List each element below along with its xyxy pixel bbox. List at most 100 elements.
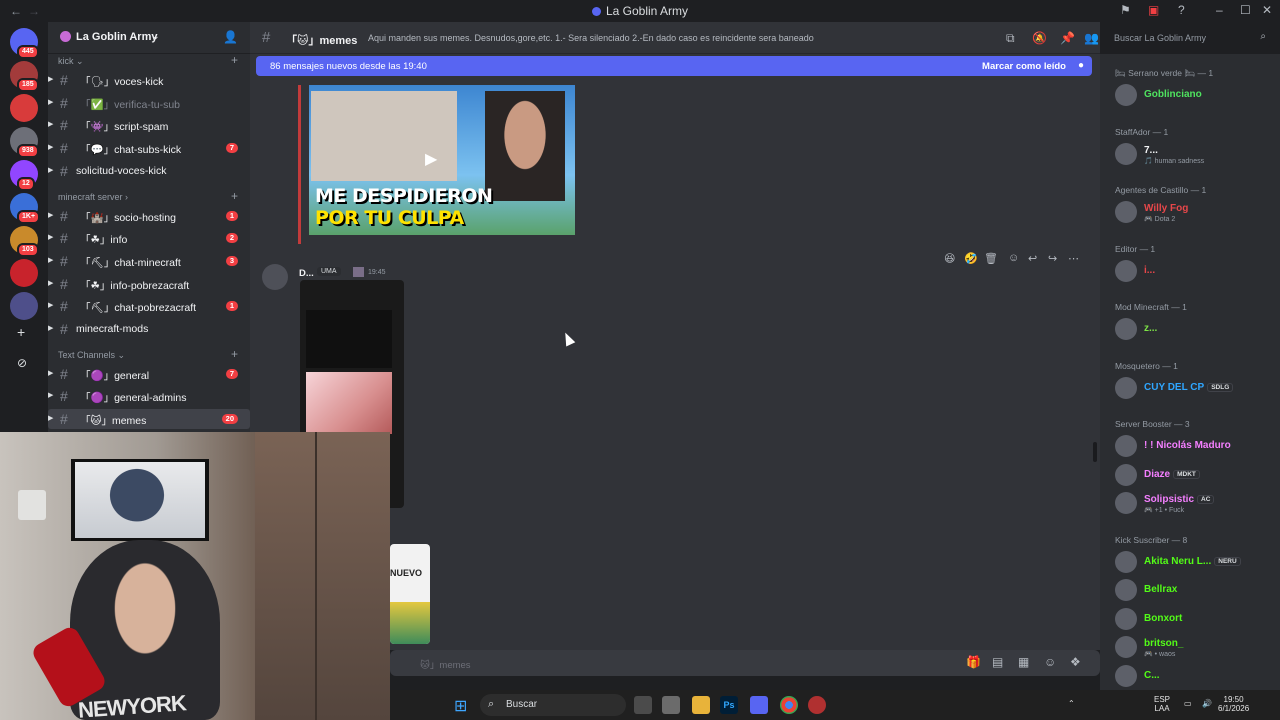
photoshop-icon[interactable]: Ps (720, 696, 738, 714)
member-item[interactable]: i... (1100, 258, 1280, 284)
search-box[interactable]: ⌕ (1110, 28, 1270, 48)
help-icon[interactable]: ? (1178, 3, 1185, 17)
category-header[interactable]: minecraft server › (58, 192, 128, 202)
play-icon[interactable]: ▶ (425, 149, 437, 169)
gif-icon[interactable]: ▤ (992, 655, 1003, 669)
add-reaction-icon[interactable]: ☺ (1008, 252, 1019, 264)
sticker-icon[interactable]: ▦ (1018, 655, 1029, 669)
channel-item[interactable]: ▶ # solicitud-voces-kick (48, 161, 250, 181)
screen-share-icon[interactable]: ▣ (1148, 3, 1159, 17)
avatar (1115, 463, 1137, 486)
member-item[interactable]: Akita Neru L... NERU (1100, 549, 1280, 575)
inbox-icon[interactable]: ⚑ (1120, 3, 1131, 17)
language-indicator[interactable]: ESP LAA (1154, 695, 1170, 713)
video-thumbnail[interactable]: ▶ ME DESPIDIERON POR TU CULPA (309, 85, 575, 235)
minimize-icon[interactable]: – (1216, 3, 1223, 17)
member-item[interactable]: C... (1100, 663, 1280, 689)
taskbar-search[interactable]: ⌕ Buscar (480, 694, 626, 716)
server-icon-server-8[interactable] (10, 259, 38, 287)
gift-icon[interactable]: 🎁 (966, 655, 981, 669)
guild-header[interactable]: La Goblin Army ⌄ 👤 (48, 22, 250, 54)
channel-item[interactable]: ▶ # 「🟣」general 7 (48, 364, 250, 384)
reaction-rofl-icon[interactable]: 🤣 (964, 252, 978, 265)
member-item[interactable]: Diaze MDKT (1100, 462, 1280, 488)
member-item[interactable]: 7... 🎵 human sadness (1100, 141, 1280, 167)
maximize-icon[interactable]: ☐ (1240, 3, 1251, 17)
image-attachment-2[interactable]: NUEVO (390, 544, 430, 644)
member-item[interactable]: ! ! Nicolás Maduro (1100, 433, 1280, 459)
member-item[interactable]: Solipsistic AC 🎮 +1 • Fuck (1100, 490, 1280, 516)
channel-item[interactable]: ▶ # 「✅」verifica-tu-sub (48, 93, 250, 113)
member-name-wrap: z... (1144, 323, 1157, 334)
channel-item[interactable]: ▶ # 「🟣」general-admins (48, 386, 250, 406)
add-member-icon[interactable]: 👤 (223, 30, 238, 44)
channel-item[interactable]: ▶ # 「⛏」chat-minecraft 3 (48, 251, 250, 271)
clock[interactable]: 19:50 6/1/2026 (1218, 695, 1249, 713)
mute-icon[interactable]: 🔕 (1032, 31, 1047, 45)
avatar[interactable] (262, 264, 288, 290)
reply-icon[interactable]: ↩ (1028, 252, 1037, 265)
member-item[interactable]: Willy Fog 🎮 Dota 2 (1100, 199, 1280, 225)
threads-icon[interactable]: ⧉ (1006, 31, 1015, 46)
channel-item[interactable]: ▶ # 「☘」info-pobrezacraft (48, 274, 250, 294)
channel-item[interactable]: ▶ # minecraft-mods (48, 319, 250, 339)
unread-indicator-icon: ▶ (48, 302, 54, 310)
message-author[interactable]: D... (299, 268, 314, 279)
create-channel-icon[interactable]: + (231, 53, 238, 67)
channel-item[interactable]: ▶ # 「🐱」memes 20 (48, 409, 250, 430)
hash-icon: # (60, 252, 68, 269)
category-header[interactable]: Text Channels ⌄ (58, 350, 125, 361)
start-icon[interactable]: ⊞ (454, 696, 467, 716)
app-icon-2[interactable] (808, 696, 826, 714)
scrollbar[interactable] (1093, 442, 1097, 462)
category-header[interactable]: kick ⌄ (58, 56, 84, 67)
server-icon-server-9[interactable] (10, 292, 38, 320)
member-item[interactable]: CUY DEL CP SDLG (1100, 375, 1280, 401)
message-composer[interactable]: 🐱」memes 🎁 ▤ ▦ ☺ ❖ (390, 650, 1100, 676)
forward-icon[interactable]: ↪ (1048, 252, 1057, 265)
member-name: Willy Fog (1144, 203, 1189, 214)
clan-tag[interactable]: UMA (317, 267, 341, 276)
network-icon[interactable]: ▭ (1184, 699, 1192, 708)
member-name: i... (1144, 264, 1156, 276)
apps-icon[interactable]: ❖ (1070, 655, 1081, 669)
reaction-skull-icon[interactable]: 🗑 (984, 252, 998, 265)
create-channel-icon[interactable]: + (231, 189, 238, 203)
volume-icon[interactable]: 🔊 (1202, 699, 1212, 708)
member-item[interactable]: Goblinciano (1100, 82, 1280, 108)
add-server-icon[interactable]: + (17, 324, 25, 340)
emoji-icon[interactable]: ☺ (1044, 655, 1056, 669)
pin-icon[interactable]: 📌 (1060, 31, 1075, 45)
attachment-2-text: NUEVO (390, 568, 423, 578)
discord-icon[interactable] (750, 696, 768, 714)
chrome-icon[interactable] (780, 696, 798, 714)
create-channel-icon[interactable]: + (231, 347, 238, 361)
member-item[interactable]: britson_ 🎮 • waos (1100, 634, 1280, 660)
file-explorer-icon[interactable] (692, 696, 710, 714)
hash-icon: # (60, 94, 68, 111)
close-icon[interactable]: ✕ (1262, 3, 1272, 17)
channel-topic[interactable]: Aqui manden sus memes. Desnudos,gore,etc… (368, 33, 928, 43)
search-input[interactable] (1114, 31, 1250, 45)
member-item[interactable]: z... (1100, 316, 1280, 342)
member-name-wrap: Goblinciano (1144, 89, 1202, 100)
member-item[interactable]: Bonxort (1100, 606, 1280, 632)
guild-icon (60, 31, 71, 42)
channel-item[interactable]: ▶ # 「💬」chat-subs-kick 7 (48, 138, 250, 158)
mark-read-button[interactable]: Marcar como leído (982, 61, 1066, 72)
member-list-icon[interactable]: 👥 (1084, 31, 1099, 45)
channel-item[interactable]: ▶ # 「🏰」socio-hosting 1 (48, 206, 250, 226)
more-options-icon[interactable]: ⋯ (1068, 252, 1079, 265)
member-item[interactable]: Bellrax (1100, 577, 1280, 603)
channel-item[interactable]: ▶ # 「⛏」chat-pobrezacraft 1 (48, 296, 250, 316)
app-icon[interactable] (662, 696, 680, 714)
channel-item[interactable]: ▶ # 「🗣」voces-kick (48, 70, 250, 90)
new-messages-bar[interactable]: 86 mensajes nuevos desde las 19:40 Marca… (256, 56, 1092, 76)
channel-item[interactable]: ▶ # 「👾」script-spam (48, 115, 250, 135)
task-view-icon[interactable] (634, 696, 652, 714)
reaction-laugh-icon[interactable]: 😆 (944, 252, 955, 265)
discover-icon[interactable]: ⊘ (17, 356, 27, 370)
server-icon-server-3[interactable] (10, 94, 38, 122)
tray-expand-icon[interactable]: ⌃ (1068, 699, 1075, 708)
channel-item[interactable]: ▶ # 「☘」info 2 (48, 228, 250, 248)
